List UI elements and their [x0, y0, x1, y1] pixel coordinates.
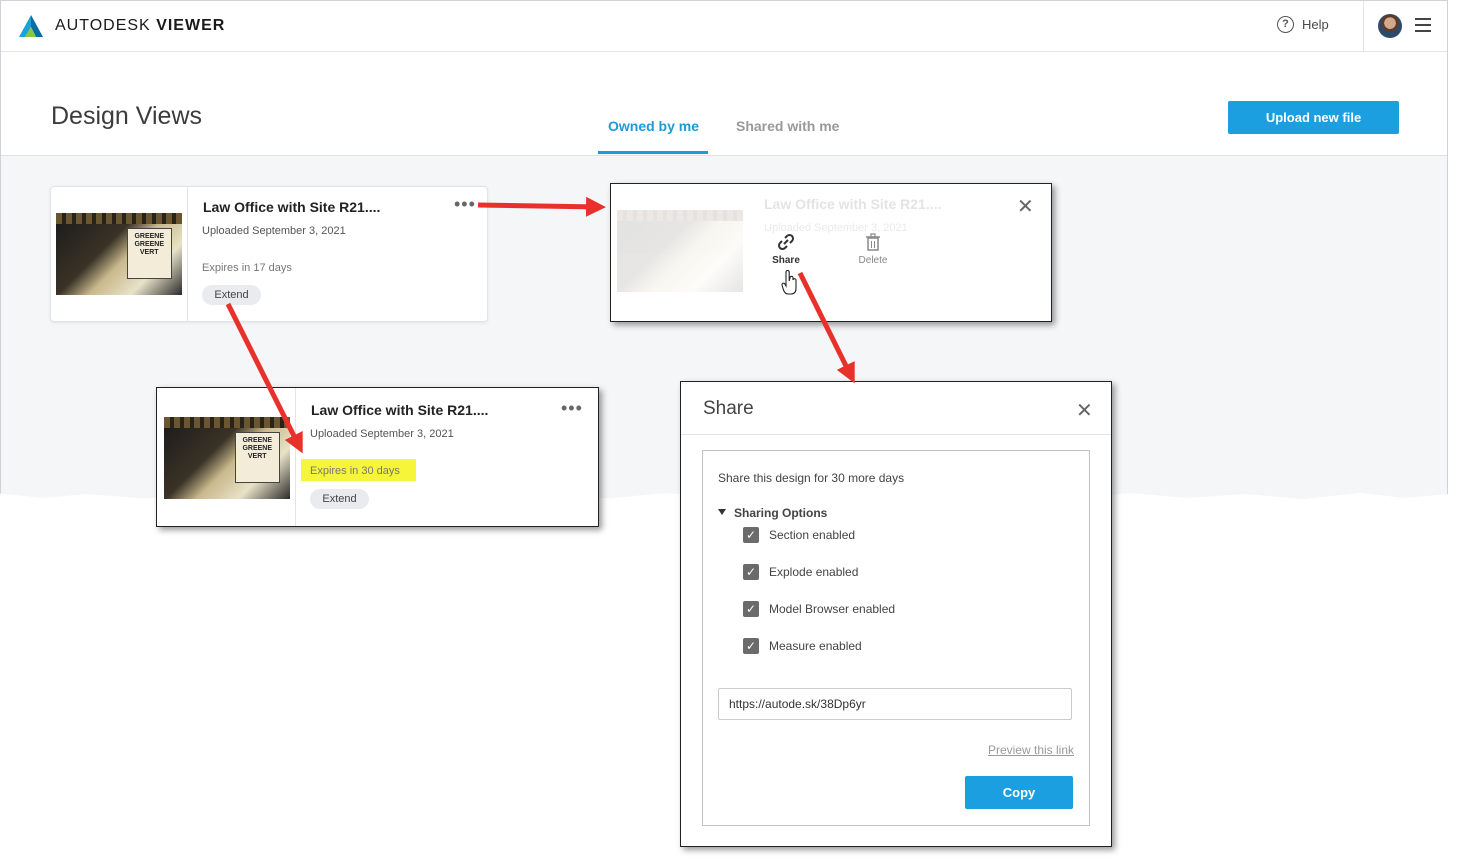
share-dialog-close-icon[interactable]: ✕	[1076, 398, 1093, 423]
option-label: Explode enabled	[769, 565, 859, 579]
trash-icon	[866, 233, 880, 251]
zoomed-card-callout: GREENE GREENE VERT Law Office with Site …	[156, 387, 599, 527]
checkbox-checked-icon[interactable]: ✓	[743, 638, 759, 654]
caret-down-icon	[718, 509, 726, 515]
autodesk-logo-icon	[19, 15, 43, 37]
checkbox-checked-icon[interactable]: ✓	[743, 527, 759, 543]
help-link[interactable]: ? Help	[1277, 16, 1329, 33]
link-icon	[777, 233, 795, 251]
share-action[interactable]: Share	[771, 232, 801, 266]
card-title[interactable]: Law Office with Site R21....	[203, 199, 380, 215]
zoomed-extend-button[interactable]: Extend	[310, 489, 369, 509]
share-link-field[interactable]	[718, 688, 1072, 720]
zoomed-card-title[interactable]: Law Office with Site R21....	[311, 402, 488, 418]
zoomed-thumbnail-sign: GREENE GREENE VERT	[234, 431, 280, 483]
zoomed-thumbnail: GREENE GREENE VERT	[164, 417, 290, 499]
upload-new-file-button[interactable]: Upload new file	[1228, 101, 1399, 134]
option-label: Section enabled	[769, 528, 856, 542]
share-dialog-title: Share	[703, 398, 754, 419]
hamburger-menu-icon[interactable]	[1415, 18, 1431, 32]
delete-action[interactable]: Delete	[856, 232, 890, 266]
zoomed-more-options-icon[interactable]: •••	[561, 399, 583, 417]
help-label: Help	[1302, 17, 1329, 32]
ghost-thumbnail	[617, 210, 743, 292]
zoomed-upload-date: Uploaded September 3, 2021	[310, 428, 454, 440]
option-model-browser[interactable]: ✓ Model Browser enabled	[743, 601, 895, 617]
sharing-options-label: Sharing Options	[734, 506, 828, 520]
option-explode[interactable]: ✓ Explode enabled	[743, 564, 858, 580]
zoomed-expiry: Expires in 30 days	[310, 465, 400, 477]
brand-name: AUTODESK VIEWER	[55, 17, 225, 35]
thumbnail-sign: GREENE GREENE VERT	[126, 227, 172, 279]
tab-owned-by-me[interactable]: Owned by me	[608, 118, 699, 134]
help-icon: ?	[1277, 16, 1294, 33]
page-title: Design Views	[51, 102, 203, 130]
ghost-title: Law Office with Site R21....	[764, 196, 942, 212]
card-expiry: Expires in 17 days	[202, 262, 292, 274]
share-duration-text: Share this design for 30 more days	[718, 471, 905, 485]
share-settings-panel: Share this design for 30 more days Shari…	[702, 450, 1090, 826]
popup-close-icon[interactable]: ✕	[1017, 194, 1034, 219]
option-measure[interactable]: ✓ Measure enabled	[743, 638, 862, 654]
brand-light: AUTODESK	[55, 17, 151, 34]
copy-button[interactable]: Copy	[965, 776, 1073, 809]
extend-button[interactable]: Extend	[202, 285, 261, 305]
brand-bold: VIEWER	[156, 17, 226, 34]
topbar-divider	[1363, 1, 1364, 51]
design-thumbnail: GREENE GREENE VERT	[56, 213, 182, 295]
option-label: Model Browser enabled	[769, 602, 896, 616]
option-label: Measure enabled	[769, 639, 862, 653]
card-divider	[187, 187, 188, 321]
tab-shared-with-me[interactable]: Shared with me	[736, 118, 839, 134]
share-dialog-divider	[681, 434, 1111, 435]
sharing-options-toggle[interactable]: Sharing Options	[718, 506, 827, 520]
card-action-popup: Law Office with Site R21.... Uploaded Se…	[610, 183, 1052, 322]
card-upload-date: Uploaded September 3, 2021	[202, 225, 346, 237]
more-options-icon[interactable]: •••	[454, 195, 476, 213]
zoomed-card-divider	[295, 388, 296, 526]
active-tab-indicator	[598, 151, 708, 154]
page-header: Design Views Owned by me Shared with me …	[1, 52, 1447, 156]
preview-link[interactable]: Preview this link	[988, 743, 1074, 757]
checkbox-checked-icon[interactable]: ✓	[743, 601, 759, 617]
avatar[interactable]	[1378, 14, 1402, 38]
design-card[interactable]: GREENE GREENE VERT Law Office with Site …	[50, 186, 488, 322]
hand-cursor-icon	[781, 270, 797, 295]
checkbox-checked-icon[interactable]: ✓	[743, 564, 759, 580]
delete-action-label: Delete	[858, 255, 888, 266]
option-section[interactable]: ✓ Section enabled	[743, 527, 855, 543]
share-dialog: Share ✕ Share this design for 30 more da…	[680, 381, 1112, 847]
share-action-label: Share	[772, 255, 800, 266]
top-bar: AUTODESK VIEWER ? Help	[1, 1, 1447, 52]
